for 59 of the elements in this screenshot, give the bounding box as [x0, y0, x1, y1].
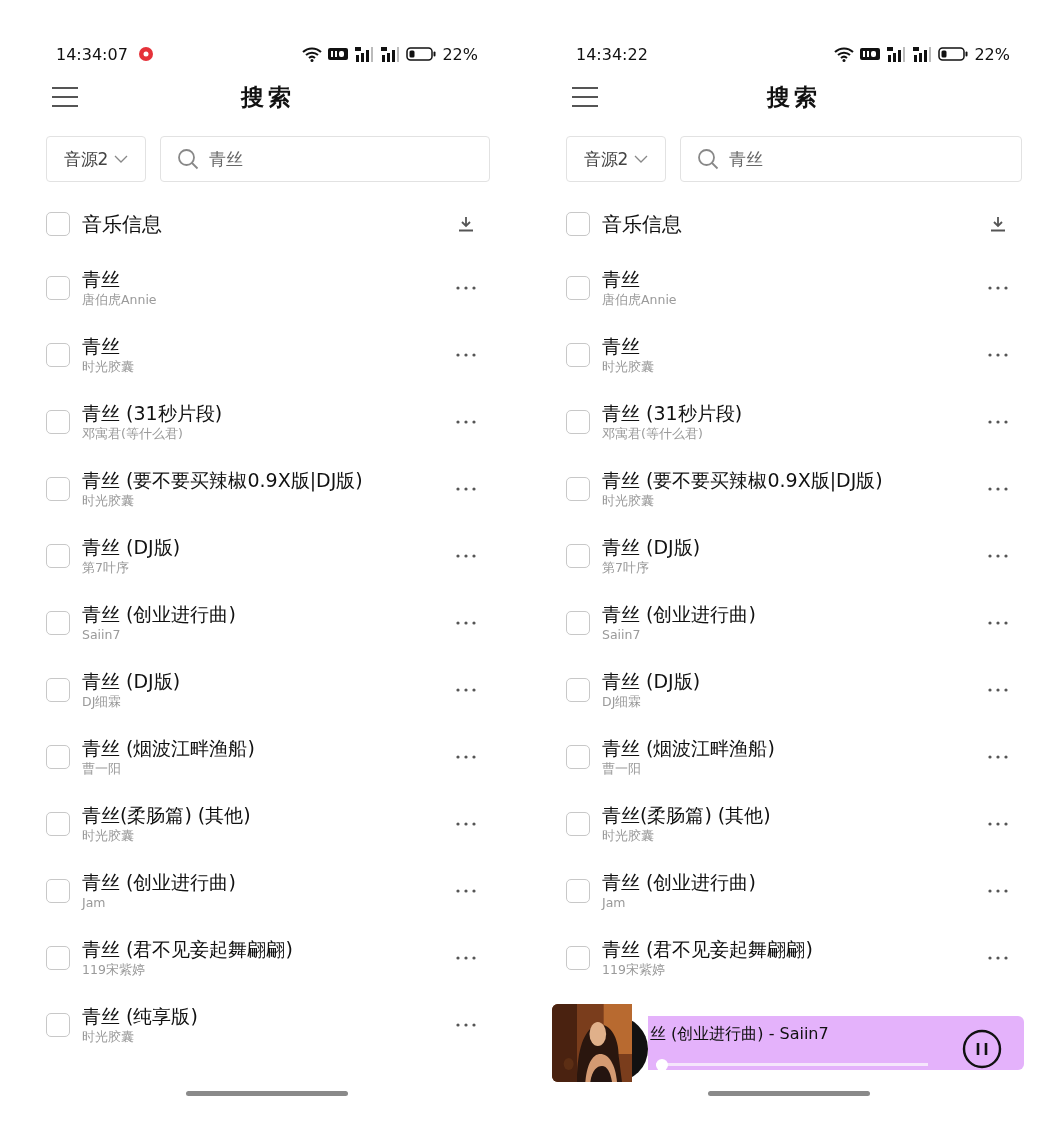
song-title: 青丝 (创业进行曲)	[602, 869, 757, 894]
song-title: 青丝 (DJ版)	[82, 534, 182, 559]
song-title: 青丝(柔肠篇) (其他)	[82, 802, 252, 827]
song-title: 青丝	[602, 333, 641, 358]
song-title: 青丝 (要不要买辣椒0.9X版|DJ版)	[82, 467, 364, 492]
column-header: 音乐信息	[602, 210, 683, 238]
column-header: 音乐信息	[82, 210, 163, 238]
song-title: 青丝 (烟波江畔渔船)	[82, 735, 256, 760]
search-field[interactable]: 青丝	[680, 136, 1022, 182]
song-title: 青丝(柔肠篇) (其他)	[602, 802, 772, 827]
page-title: 搜索	[241, 82, 295, 112]
song-artist: 119宋紫婷	[602, 960, 666, 979]
song-title: 青丝 (31秒片段)	[82, 400, 224, 425]
song-title: 青丝 (纯享版)	[82, 1003, 199, 1028]
source-dropdown[interactable]: 音源2	[566, 136, 666, 182]
search-input[interactable]: 青丝	[209, 149, 409, 169]
song-artist: 唐伯虎Annie	[82, 290, 158, 309]
song-artist: Saiin7	[602, 625, 642, 644]
song-artist: 第7叶序	[82, 558, 130, 577]
status-time: 14:34:07	[56, 44, 128, 64]
song-artist: 时光胶囊	[82, 826, 135, 845]
song-title: 青丝 (君不见妾起舞翩翩)	[602, 936, 814, 961]
source-dropdown[interactable]: 音源2	[46, 136, 146, 182]
song-artist: Jam	[82, 893, 107, 912]
song-title: 青丝 (烟波江畔渔船)	[602, 735, 776, 760]
song-artist: 119宋紫婷	[82, 960, 146, 979]
song-title: 青丝 (DJ版)	[82, 668, 182, 693]
song-artist: 时光胶囊	[602, 357, 655, 376]
song-artist: Saiin7	[82, 625, 122, 644]
song-title: 青丝 (创业进行曲)	[82, 601, 237, 626]
song-artist: 时光胶囊	[82, 491, 135, 510]
song-title: 青丝 (君不见妾起舞翩翩)	[82, 936, 294, 961]
search-input[interactable]: 青丝	[729, 149, 929, 169]
song-title: 青丝 (31秒片段)	[602, 400, 744, 425]
song-artist: 第7叶序	[602, 558, 650, 577]
song-artist: DJ细霖	[82, 692, 123, 711]
song-artist: 邓寓君(等什么君)	[82, 424, 184, 443]
song-title: 青丝 (创业进行曲)	[82, 869, 237, 894]
song-title: 青丝	[82, 333, 121, 358]
song-artist: 邓寓君(等什么君)	[602, 424, 704, 443]
song-title: 青丝 (DJ版)	[602, 668, 702, 693]
song-title: 青丝	[82, 266, 121, 291]
status-time: 14:34:22	[576, 44, 648, 64]
page-title: 搜索	[767, 82, 821, 112]
song-artist: 时光胶囊	[82, 357, 135, 376]
song-artist: 时光胶囊	[82, 1027, 135, 1046]
song-title: 青丝 (DJ版)	[602, 534, 702, 559]
song-title: 青丝 (要不要买辣椒0.9X版|DJ版)	[602, 467, 884, 492]
song-artist: Jam	[602, 893, 627, 912]
song-artist: DJ细霖	[602, 692, 643, 711]
song-artist: 时光胶囊	[602, 826, 655, 845]
song-title: 青丝	[602, 266, 641, 291]
song-artist: 时光胶囊	[602, 491, 655, 510]
song-title: 青丝 (创业进行曲)	[602, 601, 757, 626]
song-artist: 唐伯虎Annie	[602, 290, 678, 309]
battery-percent: 22%	[974, 44, 1010, 64]
battery-percent: 22%	[442, 44, 478, 64]
search-field[interactable]: 青丝	[160, 136, 490, 182]
now-playing-title: 丝 (创业进行曲) - Saiin7	[650, 1024, 829, 1045]
